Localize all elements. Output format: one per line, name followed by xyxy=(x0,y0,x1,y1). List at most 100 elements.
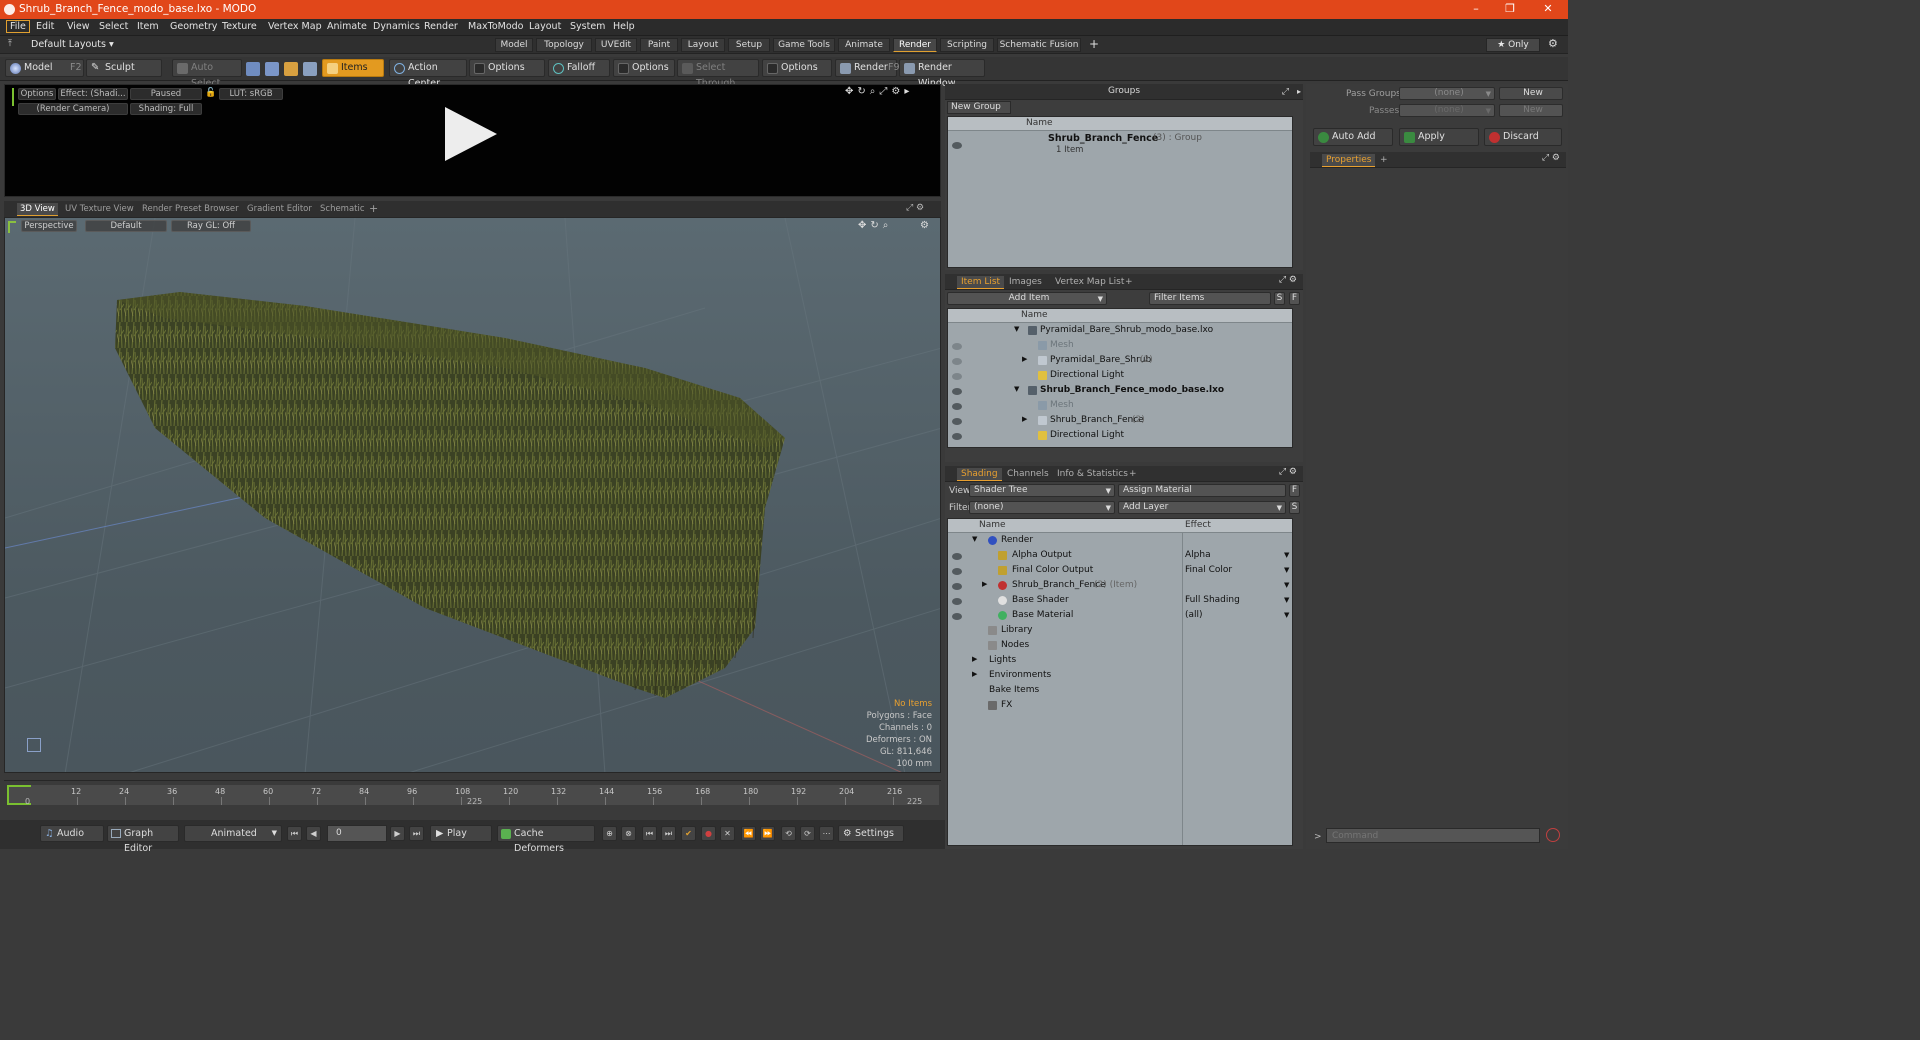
expand-arrow-icon[interactable]: ▶ xyxy=(972,655,977,663)
visibility-eye-icon[interactable] xyxy=(952,418,962,425)
collapse-arrow-icon[interactable]: ▼ xyxy=(972,535,977,543)
shader-effect[interactable]: Alpha xyxy=(1185,550,1211,560)
tab-render-preset-browser[interactable]: Render Preset Browser xyxy=(139,203,242,216)
menu-animate[interactable]: Animate xyxy=(327,21,367,32)
tab-3d-view[interactable]: 3D View xyxy=(17,203,58,216)
cache-deformers-button[interactable]: Cache Deformers xyxy=(497,825,595,854)
panel-expand-icon[interactable]: ⤢ ⚙ xyxy=(1542,153,1560,163)
tree-row-scene-1[interactable]: ▼ Pyramidal_Bare_Shrub_modo_base.lxo xyxy=(948,324,1292,338)
frame-input[interactable]: 0 xyxy=(327,825,387,842)
tab-images[interactable]: Images xyxy=(1005,276,1046,289)
shader-row-nodes[interactable]: Nodes xyxy=(948,639,1292,653)
auto-select-button[interactable]: Auto Select xyxy=(172,59,242,89)
settings-button[interactable]: ⚙ Settings xyxy=(838,825,904,842)
audio-button[interactable]: ♫ Audio xyxy=(40,825,104,842)
visibility-eye-icon[interactable] xyxy=(952,568,962,575)
step-back-icon[interactable]: ⏪ xyxy=(741,826,756,841)
panel-expand-icon[interactable]: ⤢ ⚙ xyxy=(1279,275,1297,285)
command-input[interactable] xyxy=(1326,828,1540,843)
chevron-down-icon[interactable]: ▼ xyxy=(1284,566,1289,574)
auto-add-button[interactable]: Auto Add xyxy=(1313,128,1393,146)
lock-icon[interactable]: 🔓 xyxy=(205,88,216,98)
shader-row-base-shader[interactable]: Base Shader Full Shading ▼ xyxy=(948,594,1292,608)
filter-items-input[interactable]: Filter Items xyxy=(1149,292,1271,305)
shader-row-fx[interactable]: FX xyxy=(948,699,1292,713)
lut-dropdown[interactable]: LUT: sRGB xyxy=(219,88,283,100)
tree-row-mesh-2[interactable]: Mesh xyxy=(948,399,1292,413)
visibility-eye-icon[interactable] xyxy=(952,553,962,560)
tab-vertex-map-list[interactable]: Vertex Map List xyxy=(1051,276,1128,289)
new-group-button[interactable]: New Group xyxy=(947,101,1011,114)
sculpt-mode-button[interactable]: ✎ Sculpt xyxy=(86,59,162,77)
loop-icon[interactable]: ⟲ xyxy=(781,826,796,841)
layout-tab-schematic-fusion[interactable]: Schematic Fusion xyxy=(997,38,1081,52)
assign-material-button[interactable]: Assign Material xyxy=(1118,484,1286,497)
shader-row-base-material[interactable]: Base Material (all) ▼ xyxy=(948,609,1292,623)
preview-effect-dropdown[interactable]: Effect: (Shadi... xyxy=(58,88,128,100)
graph-editor-button[interactable]: Graph Editor xyxy=(107,825,179,854)
shader-tree[interactable]: Name Effect ▼ Render Alpha Output Alpha … xyxy=(947,518,1293,846)
menu-layout[interactable]: Layout xyxy=(529,21,561,32)
groups-list[interactable]: Name Shrub_Branch_Fence (3) : Group 1 It… xyxy=(947,116,1293,268)
expand-icon[interactable]: ⤢ xyxy=(1282,85,1289,99)
chevron-down-icon[interactable]: ▼ xyxy=(1284,611,1289,619)
tab-gradient-editor[interactable]: Gradient Editor xyxy=(244,203,315,216)
apply-button[interactable]: Apply xyxy=(1399,128,1479,146)
polygons-mode-icon[interactable] xyxy=(284,62,298,76)
collapse-arrow-icon[interactable]: ▼ xyxy=(1014,385,1019,393)
preview-options-button[interactable]: Options xyxy=(18,88,56,100)
search-toggle-s[interactable]: S xyxy=(1274,292,1285,305)
tab-shading[interactable]: Shading xyxy=(957,468,1002,481)
tree-row-shrub-2[interactable]: ▶ Shrub_Branch_Fence (2) xyxy=(948,414,1292,428)
shader-row-render[interactable]: ▼ Render xyxy=(948,534,1292,548)
visibility-eye-icon[interactable] xyxy=(952,433,962,440)
timeline[interactable]: 12 24 36 48 60 72 84 96 108 120 132 144 156 168 180 192… xyxy=(4,780,941,818)
layout-tab-topology[interactable]: Topology xyxy=(536,38,592,52)
view-dropdown[interactable]: Shader Tree ▼ xyxy=(969,484,1115,497)
select-through-button[interactable]: Select Through xyxy=(677,59,759,89)
add-tab-button[interactable]: + xyxy=(1125,468,1141,481)
next-frame-icon[interactable]: ▶ xyxy=(390,826,405,841)
shader-row-library[interactable]: Library xyxy=(948,624,1292,638)
tab-channels[interactable]: Channels xyxy=(1003,468,1053,481)
filter-toggle-f[interactable]: F xyxy=(1289,292,1300,305)
only-toggle[interactable]: ★ Only xyxy=(1486,38,1540,52)
shading-dropdown[interactable]: Shading: Full xyxy=(130,103,202,115)
pass-groups-dropdown[interactable]: (none) ▼ xyxy=(1399,87,1495,100)
chevron-down-icon[interactable]: ▼ xyxy=(1284,596,1289,604)
layout-tab-model[interactable]: Model xyxy=(495,38,533,52)
shader-effect[interactable]: Final Color xyxy=(1185,565,1232,575)
preview-paused-button[interactable]: Paused xyxy=(130,88,202,100)
layout-tab-uvedit[interactable]: UVEdit xyxy=(595,38,637,52)
menu-item[interactable]: Item xyxy=(137,21,159,32)
visibility-eye-icon[interactable] xyxy=(952,403,962,410)
tab-info-statistics[interactable]: Info & Statistics xyxy=(1053,468,1132,481)
menu-system[interactable]: System xyxy=(570,21,605,32)
sync-icon[interactable]: ⟳ xyxy=(800,826,815,841)
materials-mode-icon[interactable] xyxy=(303,62,317,76)
timeline-ruler[interactable]: 12 24 36 48 60 72 84 96 108 120 132 144 156 168 180 192… xyxy=(7,785,939,806)
prev-key-icon[interactable]: ⏮ xyxy=(642,826,657,841)
preview-nav-icons[interactable]: ✥↻⌕⤢⚙▸ xyxy=(845,86,913,97)
set-key-icon[interactable]: ✔ xyxy=(681,826,696,841)
add-tab-button[interactable]: + xyxy=(1376,154,1392,167)
menu-file[interactable]: File xyxy=(6,20,30,33)
items-mode-button[interactable]: Items xyxy=(322,59,384,77)
tab-item-list[interactable]: Item List xyxy=(957,276,1005,289)
expand-arrow-icon[interactable]: ▶ xyxy=(1022,355,1027,363)
raygl-dropdown[interactable]: Ray GL: Off xyxy=(171,220,251,232)
menu-view[interactable]: View xyxy=(67,21,90,32)
key-icon[interactable]: ⊕ xyxy=(602,826,617,841)
tree-row-light-1[interactable]: Directional Light xyxy=(948,369,1292,383)
layout-tab-scripting[interactable]: Scripting xyxy=(940,38,994,52)
expand-arrow-icon[interactable]: ▶ xyxy=(1022,415,1027,423)
shader-row-environments[interactable]: ▶ Environments xyxy=(948,669,1292,683)
add-tab-button[interactable]: + xyxy=(1121,276,1137,289)
3d-viewport[interactable]: Perspective Default Ray GL: Off ✥↻⌕ ⚙ No… xyxy=(4,217,941,773)
options-button-2[interactable]: Options xyxy=(613,59,675,77)
item-tree[interactable]: Name ▼ Pyramidal_Bare_Shrub_modo_base.lx… xyxy=(947,308,1293,448)
model-mode-button[interactable]: Model F2 xyxy=(5,59,84,77)
default-shading-dropdown[interactable]: Default xyxy=(85,220,167,232)
maximize-button[interactable]: ❐ xyxy=(1492,0,1528,19)
new-pass-group-button[interactable]: New xyxy=(1499,87,1563,100)
